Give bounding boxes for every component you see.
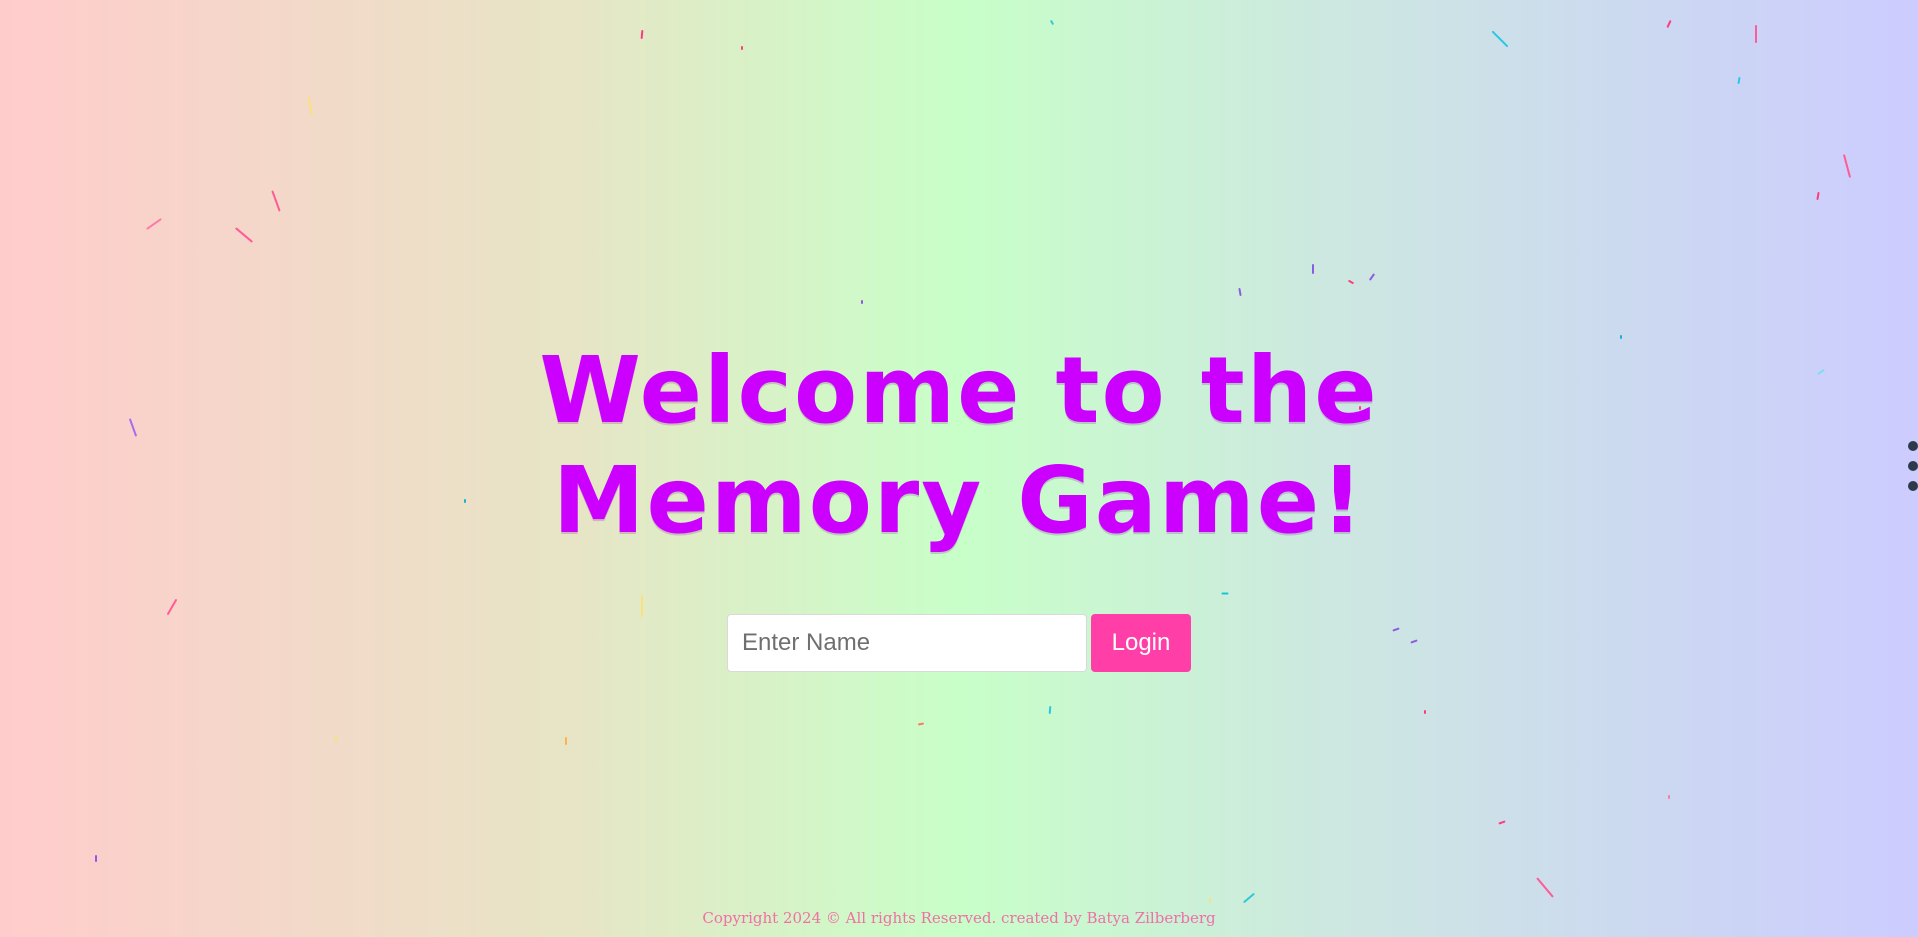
confetti-piece xyxy=(1049,19,1055,26)
confetti-piece xyxy=(861,300,863,304)
confetti-piece xyxy=(1491,30,1509,48)
hero-section: Welcome to the Memory Game! xyxy=(0,336,1918,556)
confetti-piece xyxy=(917,722,925,726)
confetti-piece xyxy=(741,46,743,50)
confetti-piece xyxy=(1209,898,1211,903)
confetti-piece xyxy=(1498,820,1506,825)
confetti-piece xyxy=(1238,287,1242,297)
confetti-piece xyxy=(1816,191,1820,201)
confetti-piece xyxy=(234,227,254,243)
login-form: Login xyxy=(727,614,1191,672)
confetti-piece xyxy=(307,96,313,116)
confetti-piece xyxy=(1347,279,1355,285)
title-line-1: Welcome to the xyxy=(539,337,1379,444)
confetti-piece xyxy=(1842,154,1852,178)
confetti-piece xyxy=(1755,25,1757,43)
confetti-piece xyxy=(1666,19,1672,29)
confetti-piece xyxy=(1242,892,1256,904)
confetti-piece xyxy=(1221,592,1229,595)
confetti-piece xyxy=(335,736,337,742)
name-input[interactable] xyxy=(727,614,1087,672)
menu-dot xyxy=(1908,461,1918,471)
confetti-piece xyxy=(1392,627,1400,632)
login-button[interactable]: Login xyxy=(1091,614,1191,672)
footer-text: Copyright 2024 © All rights Reserved. cr… xyxy=(702,909,1216,927)
confetti-piece xyxy=(95,855,97,862)
confetti-piece xyxy=(271,190,281,212)
confetti-piece xyxy=(1737,76,1741,85)
menu-dot xyxy=(1908,441,1918,451)
confetti-piece xyxy=(166,598,178,616)
confetti-piece xyxy=(640,29,644,40)
confetti-piece xyxy=(565,737,567,745)
menu-dot xyxy=(1908,481,1918,491)
page-title: Welcome to the Memory Game! xyxy=(0,336,1918,556)
confetti-piece xyxy=(1410,639,1418,644)
confetti-piece xyxy=(1668,795,1670,799)
confetti-piece xyxy=(641,595,643,617)
confetti-piece xyxy=(1424,710,1426,714)
confetti-piece xyxy=(1368,273,1376,281)
confetti-piece xyxy=(1312,264,1314,274)
confetti-piece xyxy=(146,218,162,230)
confetti-piece xyxy=(1536,877,1554,898)
title-line-2: Memory Game! xyxy=(552,447,1366,554)
kebab-menu-icon[interactable] xyxy=(1900,441,1918,491)
confetti-piece xyxy=(1048,705,1052,715)
